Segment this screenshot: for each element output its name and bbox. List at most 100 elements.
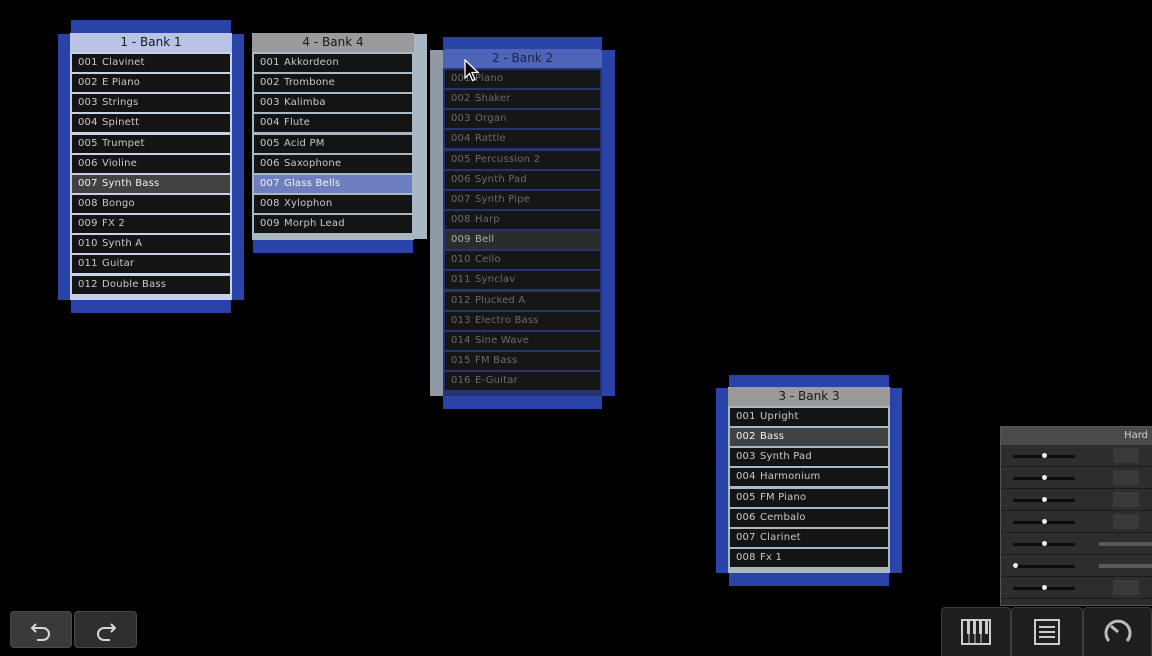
slider-handle[interactable] <box>1042 519 1047 524</box>
slider-handle[interactable] <box>1042 541 1047 546</box>
program-row[interactable]: 006 Synth Pad <box>445 170 600 189</box>
hardware-row[interactable] <box>1001 555 1152 577</box>
program-row[interactable]: 003 Organ <box>445 110 600 129</box>
program-row[interactable]: 009 Bell <box>445 231 600 250</box>
option-button[interactable] <box>1113 448 1139 463</box>
program-name: Synth Pipe <box>475 193 531 205</box>
program-row[interactable]: 006 Saxophone <box>254 154 412 173</box>
redo-button[interactable] <box>74 611 137 648</box>
option-button[interactable] <box>1113 580 1139 595</box>
slider-handle[interactable] <box>1042 453 1047 458</box>
level-bar[interactable] <box>1099 542 1152 546</box>
program-number: 001 <box>736 411 756 422</box>
program-name: Plucked A <box>475 294 526 306</box>
program-row[interactable]: 005 Acid PM <box>254 134 412 153</box>
program-row[interactable]: 003 Synth Pad <box>730 448 888 467</box>
program-row[interactable]: 015 FM Bass <box>445 351 600 370</box>
program-number: 004 <box>736 471 756 483</box>
hardware-row[interactable] <box>1001 445 1152 467</box>
program-row[interactable]: 002 Shaker <box>445 90 600 109</box>
program-number: 007 <box>451 193 471 205</box>
program-row[interactable]: 010 Synth A <box>72 235 230 254</box>
program-row[interactable]: 001 Upright <box>730 408 888 426</box>
program-row[interactable]: 002 Trombone <box>254 74 412 93</box>
program-number: 002 <box>78 77 98 89</box>
bank-3-title[interactable]: 3 - Bank 3 <box>728 387 890 406</box>
program-row[interactable]: 002 E Piano <box>72 74 230 93</box>
program-number: 008 <box>736 551 756 563</box>
list-view-button[interactable] <box>1011 607 1083 656</box>
bank-1-panel[interactable]: 1 - Bank 1 001 Clavinet 002 E Piano 003 Strin… <box>70 33 232 300</box>
program-name: Glass Bells <box>284 177 341 189</box>
program-row[interactable]: 011 Synclav <box>445 271 600 290</box>
slider-handle[interactable] <box>1042 585 1047 590</box>
program-name: Spinett <box>102 117 140 129</box>
slider-track[interactable] <box>1013 565 1075 568</box>
option-button[interactable] <box>1113 470 1139 485</box>
program-name: Synth Pad <box>475 173 527 185</box>
knob-view-button[interactable] <box>1083 607 1152 656</box>
bank-4-title[interactable]: 4 - Bank 4 <box>252 33 414 52</box>
slider-handle[interactable] <box>1042 497 1047 502</box>
program-row[interactable]: 001 Akkordeon <box>254 54 412 72</box>
program-row[interactable]: 012 Double Bass <box>72 275 230 294</box>
keyboard-view-button[interactable] <box>941 607 1011 656</box>
program-row[interactable]: 012 Plucked A <box>445 291 600 310</box>
program-row[interactable]: 003 Strings <box>72 94 230 113</box>
program-row[interactable]: 008 Bongo <box>72 194 230 213</box>
program-row[interactable]: 007 Clarinet <box>730 528 888 547</box>
program-name: Saxophone <box>284 157 342 169</box>
level-bar[interactable] <box>1099 564 1152 568</box>
program-row[interactable]: 007 Synth Bass <box>72 174 230 193</box>
program-row[interactable]: 007 Glass Bells <box>254 174 412 193</box>
program-row[interactable]: 007 Synth Pipe <box>445 190 600 209</box>
program-row[interactable]: 009 Morph Lead <box>254 215 412 234</box>
program-row[interactable]: 006 Cembalo <box>730 508 888 527</box>
program-row[interactable]: 016 E-Guitar <box>445 372 600 391</box>
program-number: 009 <box>78 218 98 230</box>
program-row[interactable]: 008 Xylophon <box>254 194 412 213</box>
program-row[interactable]: 008 Fx 1 <box>730 548 888 567</box>
hardware-row[interactable] <box>1001 533 1152 555</box>
program-row[interactable]: 004 Rattle <box>445 130 600 149</box>
program-number: 012 <box>78 278 98 290</box>
option-button[interactable] <box>1113 514 1139 529</box>
slider-handle[interactable] <box>1042 475 1047 480</box>
program-row[interactable]: 011 Guitar <box>72 255 230 274</box>
program-row[interactable]: 004 Flute <box>254 114 412 133</box>
program-row[interactable]: 013 Electro Bass <box>445 311 600 330</box>
program-row[interactable]: 005 FM Piano <box>730 488 888 507</box>
program-number: 010 <box>451 254 471 266</box>
program-name: Akkordeon <box>284 57 339 68</box>
program-row[interactable]: 005 Trumpet <box>72 134 230 153</box>
hardware-row[interactable] <box>1001 489 1152 511</box>
program-row[interactable]: 004 Spinett <box>72 114 230 133</box>
undo-button[interactable] <box>10 611 72 648</box>
slider-handle[interactable] <box>1013 563 1018 568</box>
program-row[interactable]: 006 Violine <box>72 154 230 173</box>
program-row[interactable]: 009 FX 2 <box>72 215 230 234</box>
hardware-row[interactable] <box>1001 511 1152 533</box>
bank-4-side-edge <box>412 34 427 239</box>
program-name: Cello <box>475 254 501 266</box>
program-row[interactable]: 001 Clavinet <box>72 54 230 72</box>
hardware-row[interactable] <box>1001 467 1152 489</box>
program-name: Bell <box>475 234 495 246</box>
bank-1-title[interactable]: 1 - Bank 1 <box>70 33 232 52</box>
program-row[interactable]: 003 Kalimba <box>254 94 412 113</box>
hardware-row[interactable] <box>1001 577 1152 599</box>
program-row[interactable]: 004 Harmonium <box>730 468 888 487</box>
program-number: 009 <box>451 234 471 246</box>
program-row[interactable]: 010 Cello <box>445 251 600 270</box>
program-number: 011 <box>78 258 98 270</box>
option-button[interactable] <box>1113 492 1139 507</box>
program-row[interactable]: 014 Sine Wave <box>445 331 600 350</box>
program-name: Percussion 2 <box>475 153 541 165</box>
bank-3-panel[interactable]: 3 - Bank 3 001 Upright 002 Bass 003 Synth Pad… <box>728 387 890 573</box>
program-row[interactable]: 008 Harp <box>445 210 600 229</box>
bank-2-panel[interactable]: 2 - Bank 2 001 Piano 002 Shaker 003 Organ 004 R… <box>443 49 602 396</box>
program-row[interactable]: 005 Percussion 2 <box>445 150 600 169</box>
program-row[interactable]: 002 Bass <box>730 428 888 447</box>
hardware-panel[interactable]: Hard <box>1000 426 1152 606</box>
bank-4-panel[interactable]: 4 - Bank 4 001 Akkordeon 002 Trombone 003 Kal… <box>252 33 414 240</box>
